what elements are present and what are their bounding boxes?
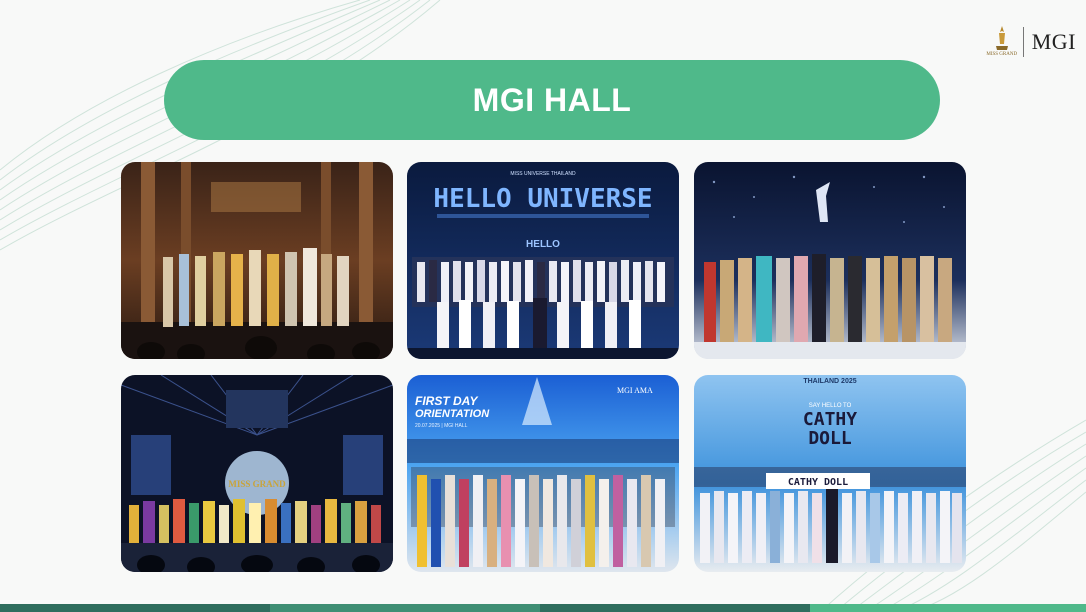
photo-miss-grand-stage: MISS GRAND [121,375,393,572]
photo6-brand-line2: DOLL [808,428,852,449]
brand-logo: MISS GRAND MGI [986,22,1076,62]
photo2-screen-text: HELLO [526,239,560,250]
photo4-screen-text: MISS GRAND [228,479,286,489]
photo-gala-stage [121,162,393,359]
photo-cathy-doll: THAILAND 2025 SAY HELLO TO CATHY DOLL CA… [694,375,966,572]
photo5-heading-line2: ORIENTATION [415,408,490,420]
photo-hello-universe: MISS UNIVERSE THAILAND HELLO UNIVERSE HE… [407,162,679,359]
photo5-logos: MGI AMA [617,386,653,395]
footer-color-bar [0,604,1086,612]
title-banner: MGI HALL [164,60,940,140]
photo-evening-gowns [694,162,966,359]
photo6-banner: CATHY DOLL [788,477,848,488]
photo-first-day-orientation: FIRST DAY ORIENTATION 20.07.2025 | MGI H… [407,375,679,572]
photo5-heading-line1: FIRST DAY [415,394,478,408]
presentation-slide: MISS GRAND MGI MGI HALL MISS UNIVERSE TH… [0,0,1086,612]
miss-grand-crown-icon: MISS GRAND [986,24,1018,60]
photo5-date: 20.07.2025 | MGI HALL [415,423,468,429]
photo6-brand-line1: CATHY [803,409,857,430]
photo2-subheading: MISS UNIVERSE THAILAND [510,171,576,177]
slide-title: MGI HALL [472,81,632,118]
brand-name: MGI [1031,29,1076,54]
crown-caption: MISS GRAND [986,52,1018,57]
photo2-heading: HELLO UNIVERSE [433,184,652,214]
photo6-top-text: THAILAND 2025 [803,378,856,385]
logo-divider [1022,27,1024,57]
